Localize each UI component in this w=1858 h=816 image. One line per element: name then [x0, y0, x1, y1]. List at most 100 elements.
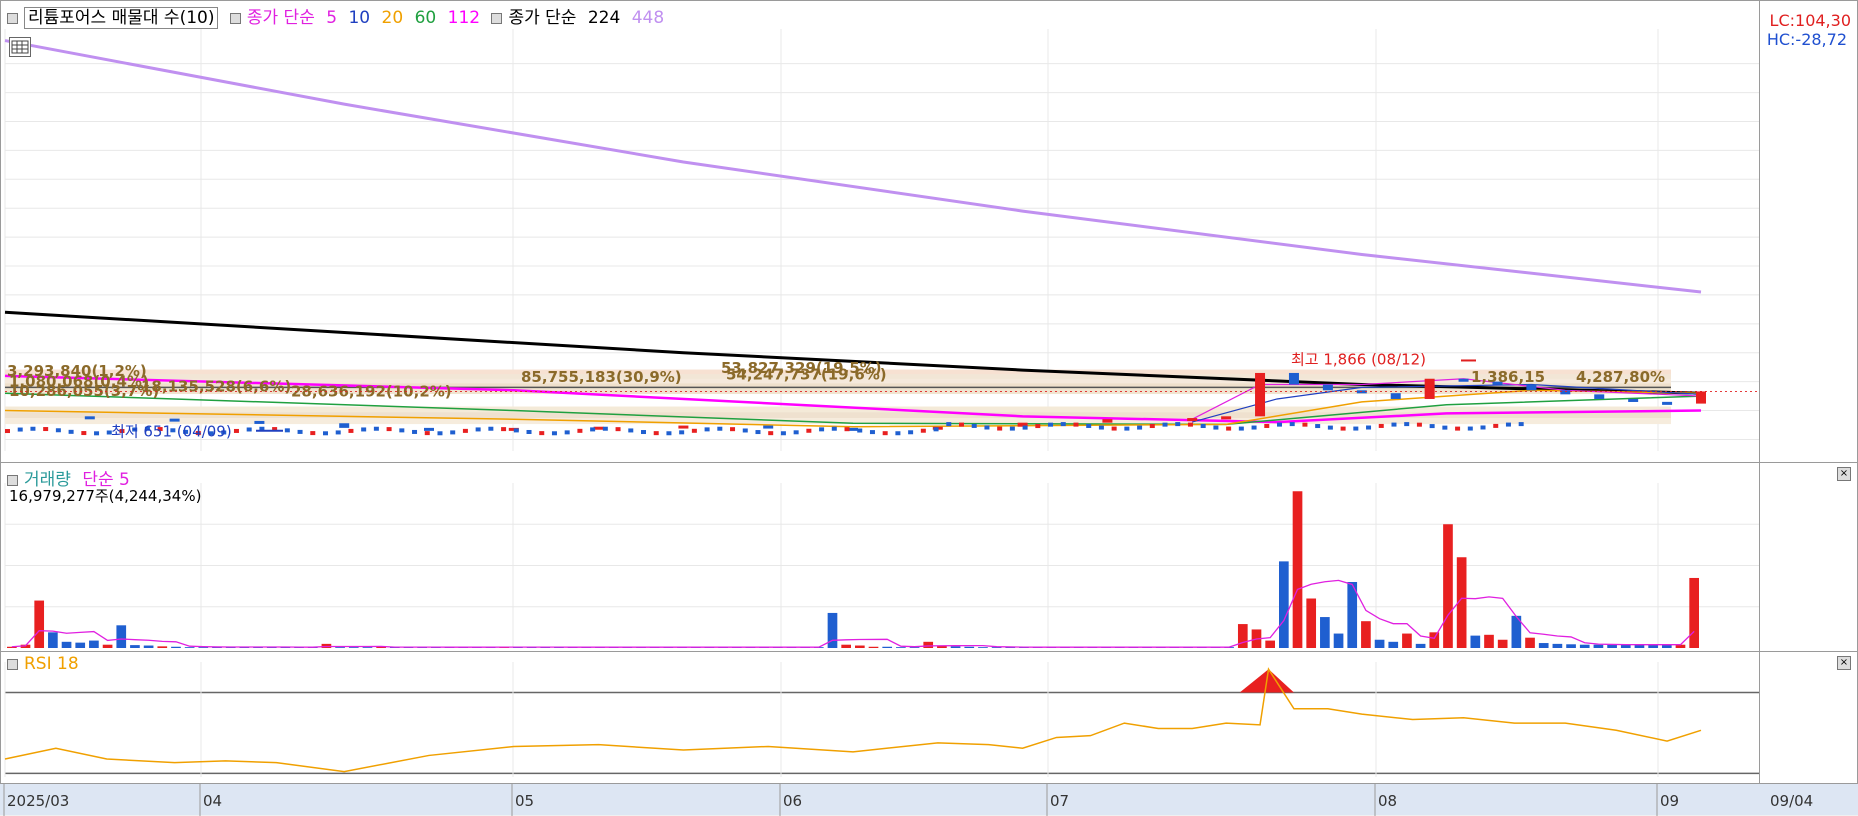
price-candle-small: [513, 428, 519, 433]
price-candle-small: [1187, 422, 1193, 427]
legend-square-icon[interactable]: [7, 474, 18, 486]
hc-label: HC:-28,72: [1766, 30, 1847, 49]
price-candle-small: [1378, 423, 1384, 428]
volume-y-axis[interactable]: [1759, 463, 1857, 651]
price-candle-small: [475, 427, 481, 432]
price-candle-small: [1098, 425, 1104, 430]
price-chart-svg[interactable]: 5001,0001,5002,0002,5003,0003,5004,0004,…: [1, 1, 1858, 463]
ma-period-20: 20: [381, 8, 404, 28]
price-candle-small: [412, 429, 418, 434]
ma-period-10: 10: [348, 8, 371, 28]
price-candle-small: [437, 431, 443, 436]
price-candle: [1255, 372, 1266, 417]
price-candle-small: [55, 428, 61, 433]
volume-bar: [1320, 617, 1330, 648]
price-candle-small: [1048, 422, 1054, 427]
price-candle-small: [628, 428, 634, 433]
legend-square-icon[interactable]: [229, 12, 241, 24]
rsi-y-axis[interactable]: [1759, 652, 1857, 783]
volume-bar: [923, 641, 934, 648]
price-candle-small: [94, 431, 100, 436]
price-candle-small: [742, 428, 748, 433]
high-annotation: 최고 1,866 (08/12): [1291, 350, 1426, 368]
price-y-axis[interactable]: [1759, 1, 1857, 462]
volume-chart-svg[interactable]: 10,000K20,000K30,000K16,979K4244,34%: [1, 463, 1858, 652]
volume-bar: [61, 641, 72, 648]
volume-pane[interactable]: 거래량 단순 5 16,979,277주(4,244,34%) 10,000K2…: [0, 462, 1858, 652]
price-candle-small: [348, 428, 354, 433]
close-icon[interactable]: ×: [1837, 467, 1851, 481]
ma2-label: 종가 단순: [508, 8, 577, 28]
volume-bar: [1402, 633, 1412, 648]
price-candle: [1390, 393, 1401, 399]
price-candle-small: [920, 428, 926, 433]
x-tick-label: 06: [783, 792, 802, 810]
price-candle-small: [959, 422, 964, 427]
price-candle-small: [5, 429, 10, 434]
price-candle-small: [1442, 425, 1448, 430]
price-candle-small: [488, 426, 494, 431]
price-title[interactable]: 리튬포어스 매물대 수(10): [24, 7, 219, 29]
volume-ma-line: [11, 579, 1695, 648]
grid-table-icon[interactable]: [9, 37, 31, 57]
price-pane[interactable]: 리튬포어스 매물대 수(10) 종가 단순 5 10 20 60 112 종가 …: [0, 0, 1858, 463]
x-tick-label: 08: [1378, 792, 1397, 810]
price-candle-small: [653, 431, 659, 436]
price-candle: [1696, 391, 1706, 404]
price-candle: [1322, 384, 1333, 391]
price-candle-small: [666, 431, 672, 436]
volume-bar: [102, 644, 113, 648]
volume-bar: [950, 646, 961, 648]
price-candle-small: [1315, 424, 1321, 429]
price-candle-small: [297, 429, 303, 434]
volume-bar: [1470, 635, 1481, 648]
price-candle-small: [768, 431, 774, 436]
price-candle-small: [1391, 422, 1397, 427]
price-candle: [424, 427, 434, 431]
volume-bar: [1361, 621, 1371, 648]
volume-bar: [362, 647, 373, 648]
price-candle-small: [462, 428, 468, 433]
ma-448-line: [4, 39, 1702, 294]
x-axis[interactable]: 2025/03 04 05 06 07 08 09 09/04: [0, 783, 1858, 816]
rsi-chart-svg[interactable]: 50,0075,00: [1, 652, 1858, 784]
legend-square-icon[interactable]: [7, 12, 18, 24]
ma-period-5: 5: [326, 8, 338, 28]
volume-summary: 16,979,277주(4,244,34%): [9, 487, 202, 505]
price-candle-small: [869, 430, 875, 435]
legend-square-icon[interactable]: [491, 12, 503, 24]
volume-bar: [1306, 598, 1317, 648]
price-candle: [1458, 378, 1469, 382]
volume-bar: [48, 632, 58, 648]
rsi-pane[interactable]: RSI 18 50,0075,00 ×: [0, 651, 1858, 784]
price-legend: 리튬포어스 매물대 수(10) 종가 단순 5 10 20 60 112 종가 …: [7, 3, 670, 29]
price-candle-small: [1416, 422, 1422, 427]
price-candle-small: [577, 428, 583, 433]
price-candle-small: [1073, 422, 1079, 427]
price-candle: [1662, 401, 1673, 405]
price-candle: [763, 425, 774, 429]
price-candle-small: [17, 427, 23, 432]
price-candle-small: [997, 426, 1003, 431]
price-candle-small: [361, 427, 367, 432]
price-candle-small: [844, 427, 850, 432]
low-annotation: 최저 651 (04/09): [111, 423, 232, 441]
volume-bar: [34, 600, 45, 648]
volume-bar: [171, 646, 181, 648]
price-candle-small: [1404, 422, 1410, 427]
price-candle-small: [615, 427, 621, 432]
price-candle-small: [1327, 425, 1333, 430]
price-candle-small: [602, 426, 608, 431]
price-candle: [1560, 390, 1571, 395]
price-candle: [84, 416, 95, 420]
volume-bar: [1265, 640, 1275, 648]
price-candle: [1221, 416, 1232, 420]
ma-period-448: 448: [631, 8, 665, 28]
close-icon[interactable]: ×: [1837, 656, 1851, 670]
legend-square-icon[interactable]: [7, 658, 18, 670]
rsi-legend: RSI 18: [7, 654, 85, 674]
volume-bar: [335, 647, 345, 648]
volume-bar: [964, 646, 975, 648]
price-candle-small: [1238, 426, 1244, 431]
price-candle-small: [386, 427, 392, 432]
